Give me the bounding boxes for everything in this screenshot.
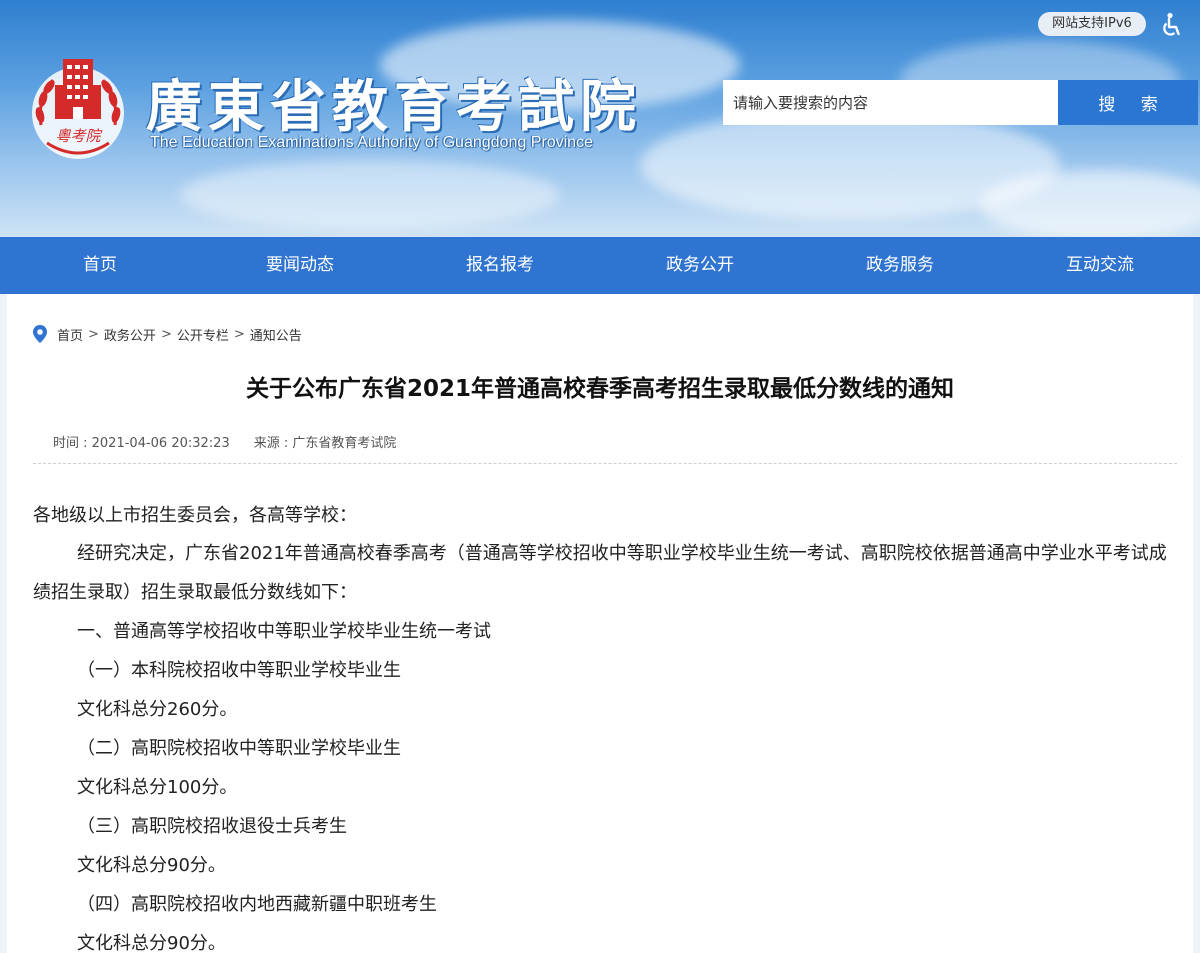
paragraph-subsection-2: （二）高职院校招收中等职业学校毕业生 bbox=[77, 738, 401, 759]
paragraph-subsection-1: （一）本科院校招收中等职业学校毕业生 bbox=[77, 660, 401, 681]
main-nav: 首页 要闻动态 报名报考 政务公开 政务服务 互动交流 bbox=[0, 237, 1200, 294]
paragraph-salutation: 各地级以上市招生委员会，各高等学校： bbox=[33, 505, 357, 526]
header-banner: 粵考院 廣東省教育考試院 The Education Examinations … bbox=[0, 0, 1200, 237]
breadcrumb-item-government-affairs-open[interactable]: 政务公开 bbox=[104, 325, 156, 344]
breadcrumb: 首页 > 政务公开 > 公开专栏 > 通知公告 bbox=[33, 325, 302, 344]
article-body: 各地级以上市招生委员会，各高等学校： 经研究决定，广东省2021年普通高校春季高… bbox=[33, 496, 1177, 953]
paragraph-score-1: 文化科总分260分。 bbox=[77, 699, 238, 720]
breadcrumb-separator: > bbox=[160, 326, 172, 342]
article-meta: 时间 : 2021-04-06 20:32:23 来源 : 广东省教育考试院 bbox=[53, 432, 396, 451]
paragraph-intro: 经研究决定，广东省2021年普通高校春季高考（普通高等学校招收中等职业学校毕业生… bbox=[33, 543, 1167, 603]
cloud-decoration bbox=[980, 170, 1200, 237]
paragraph-subsection-3: （三）高职院校招收退役士兵考生 bbox=[77, 816, 347, 837]
location-pin-icon bbox=[33, 325, 47, 343]
emblem-logo-icon[interactable]: 粵考院 bbox=[27, 55, 129, 163]
nav-item-news[interactable]: 要闻动态 bbox=[200, 237, 400, 294]
article-time: 时间 : 2021-04-06 20:32:23 bbox=[53, 436, 230, 451]
nav-item-government-affairs-open[interactable]: 政务公开 bbox=[600, 237, 800, 294]
site-title: 廣東省教育考試院 bbox=[146, 74, 642, 140]
paragraph-section-1: 一、普通高等学校招收中等职业学校毕业生统一考试 bbox=[77, 621, 491, 642]
nav-item-registration[interactable]: 报名报考 bbox=[400, 237, 600, 294]
site-subtitle: The Education Examinations Authority of … bbox=[150, 134, 593, 151]
ipv6-badge[interactable]: 网站支持IPv6 bbox=[1038, 12, 1146, 36]
breadcrumb-separator: > bbox=[88, 326, 99, 342]
cloud-decoration bbox=[180, 160, 560, 230]
breadcrumb-item-public-column[interactable]: 公开专栏 bbox=[177, 325, 229, 344]
svg-text:粵考院: 粵考院 bbox=[55, 127, 102, 145]
content-panel: 首页 > 政务公开 > 公开专栏 > 通知公告 关于公布广东省2021年普通高校… bbox=[7, 294, 1193, 953]
breadcrumb-separator: > bbox=[233, 326, 245, 342]
nav-item-home[interactable]: 首页 bbox=[0, 237, 200, 294]
divider bbox=[33, 463, 1177, 464]
paragraph-subsection-4: （四）高职院校招收内地西藏新疆中职班考生 bbox=[77, 894, 437, 915]
accessibility-icon[interactable] bbox=[1160, 12, 1184, 38]
search-input[interactable] bbox=[723, 80, 1058, 125]
nav-item-government-services[interactable]: 政务服务 bbox=[800, 237, 1000, 294]
nav-item-interaction[interactable]: 互动交流 bbox=[1000, 237, 1200, 294]
breadcrumb-item-home[interactable]: 首页 bbox=[57, 325, 83, 344]
article-title: 关于公布广东省2021年普通高校春季高考招生录取最低分数线的通知 bbox=[245, 376, 954, 402]
paragraph-score-3: 文化科总分90分。 bbox=[77, 855, 226, 876]
search-button[interactable]: 搜 索 bbox=[1058, 80, 1198, 125]
breadcrumb-item-notices[interactable]: 通知公告 bbox=[250, 325, 302, 344]
paragraph-score-2: 文化科总分100分。 bbox=[77, 777, 238, 798]
paragraph-score-4: 文化科总分90分。 bbox=[77, 933, 226, 953]
article-source: 来源 : 广东省教育考试院 bbox=[253, 436, 397, 451]
